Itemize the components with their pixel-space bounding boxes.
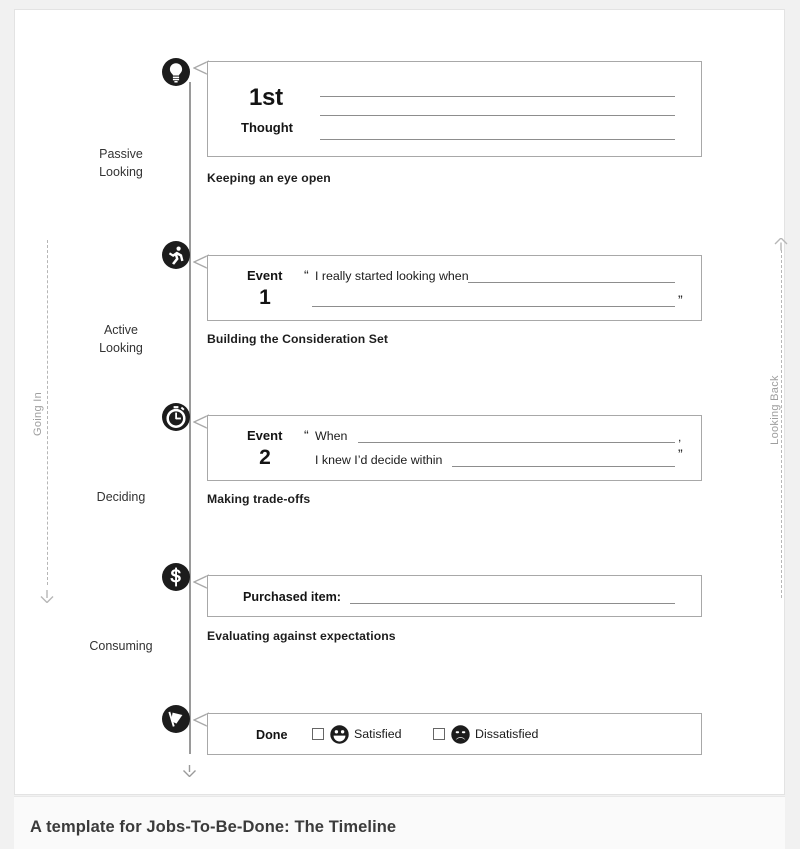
first-thought-bubble: 1st Thought <box>207 61 702 157</box>
close-quote-mark: ” <box>678 446 683 462</box>
event-number-label: 2 <box>259 446 271 469</box>
running-person-icon <box>162 241 190 269</box>
rail-going-in: Going In <box>31 240 63 610</box>
ordinal-label: 1st <box>249 84 283 111</box>
write-line[interactable] <box>468 282 675 283</box>
option-label-dissatisfied: Dissatisfied <box>475 727 539 741</box>
stage-label-passive-looking: Passive Looking <box>61 145 181 181</box>
caption-title: A template for Jobs-To-Be-Done: The Time… <box>30 818 397 836</box>
smiley-face-icon <box>330 725 349 744</box>
close-quote-mark: ” <box>678 292 683 308</box>
rail-looking-back-line <box>781 250 782 598</box>
event-word-label: Event <box>247 428 283 443</box>
rail-looking-back: Looking Back <box>767 238 797 610</box>
option-label-satisfied: Satisfied <box>354 727 402 741</box>
event-number-label: 1 <box>259 286 271 309</box>
write-line[interactable] <box>320 139 675 140</box>
stage-label-active-looking: Active Looking <box>61 321 181 357</box>
write-line[interactable] <box>452 466 675 467</box>
purchase-bubble: Purchased item: <box>207 575 702 617</box>
event-1-bubble: Event 1 “ I really started looking when … <box>207 255 702 321</box>
lightbulb-icon <box>162 58 190 86</box>
open-quote-mark: “ <box>304 267 309 283</box>
stage-label-line-2: Looking <box>99 165 143 179</box>
row-subtitle: Building the Consideration Set <box>207 332 389 346</box>
done-bubble: Done Satisfied Dissatisfied <box>207 713 702 755</box>
row-subtitle: Making trade-offs <box>207 492 311 506</box>
comma-mark: , <box>678 430 682 444</box>
template-canvas: Going In Looking Back Passive Looking Ac… <box>14 9 788 795</box>
stage-label-deciding: Deciding <box>61 488 181 506</box>
prompt-phrase-1: When <box>315 429 348 443</box>
write-line[interactable] <box>312 306 675 307</box>
stage-label-line-2: Looking <box>99 341 143 355</box>
prompt-phrase-2: I knew I’d decide within <box>315 453 443 467</box>
stage-label-line-1: Active <box>103 323 139 337</box>
caption-bar: A template for Jobs-To-Be-Done: The Time… <box>14 796 785 849</box>
rail-looking-back-label: Looking Back <box>768 375 781 445</box>
write-line[interactable] <box>320 96 675 97</box>
checkbox-satisfied[interactable] <box>312 728 324 740</box>
stage-label-line-1: Passive <box>99 147 143 161</box>
rail-going-in-line <box>47 240 48 585</box>
prompt-phrase: I really started looking when <box>315 269 469 283</box>
open-quote-mark: “ <box>304 427 309 443</box>
done-label: Done <box>256 728 288 742</box>
event-word-label: Event <box>247 268 283 283</box>
row-subtitle: Keeping an eye open <box>207 171 331 185</box>
event-2-bubble: Event 2 “ When , I knew I’d decide withi… <box>207 415 702 481</box>
purchased-item-label: Purchased item: <box>243 590 341 604</box>
row-subtitle: Evaluating against expectations <box>207 629 396 643</box>
stopwatch-icon <box>162 403 190 431</box>
dollar-coin-icon <box>162 563 190 591</box>
timeline-end-arrow-icon <box>183 765 196 777</box>
write-line[interactable] <box>358 442 675 443</box>
rail-going-in-label: Going In <box>31 392 44 436</box>
flag-icon <box>162 705 190 733</box>
checkbox-dissatisfied[interactable] <box>433 728 445 740</box>
rail-going-in-arrow-icon <box>40 590 54 603</box>
stage-label-line-1: Deciding <box>96 490 146 504</box>
stage-label-consuming: Consuming <box>61 637 181 655</box>
write-line[interactable] <box>320 115 675 116</box>
write-line[interactable] <box>350 603 675 604</box>
frowny-face-icon <box>451 725 470 744</box>
ordinal-sub-label: Thought <box>241 120 293 135</box>
stage-label-line-1: Consuming <box>89 639 153 653</box>
